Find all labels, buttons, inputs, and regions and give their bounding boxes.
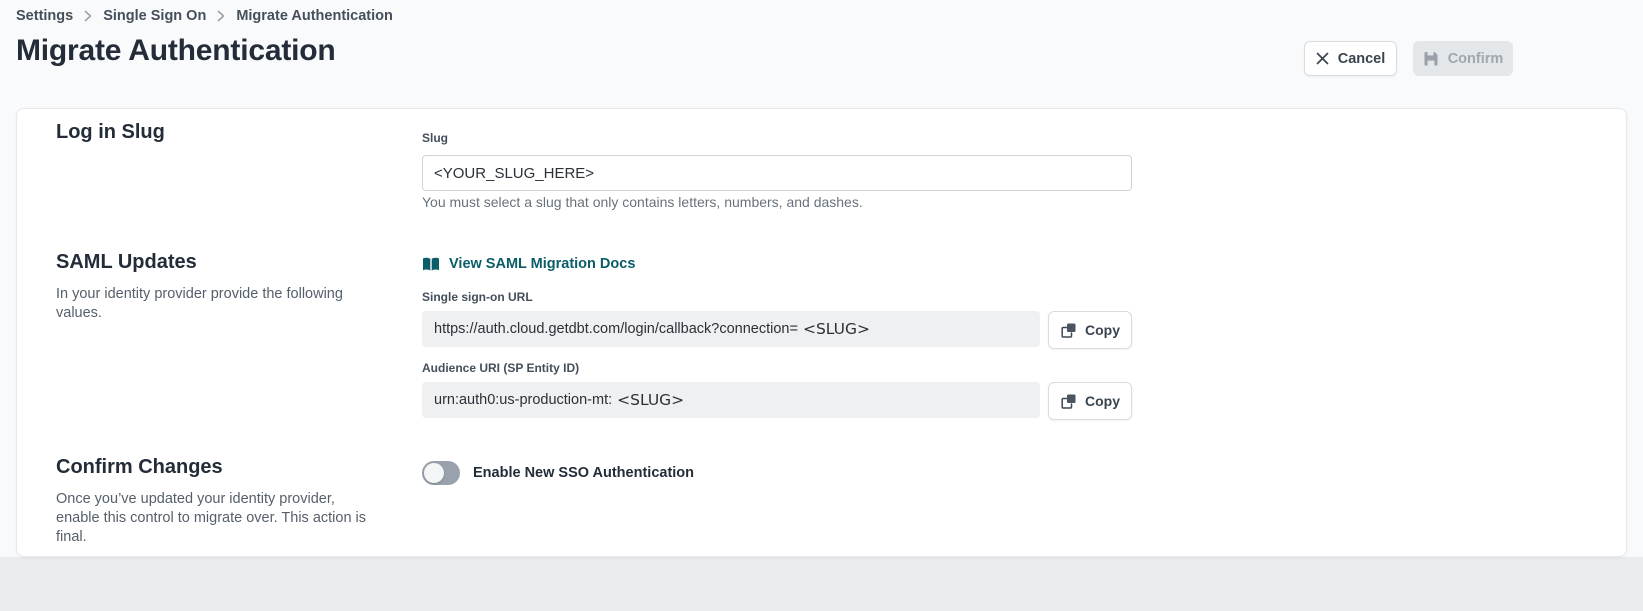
saml-updates-heading: SAML Updates (56, 251, 197, 274)
login-slug-heading: Log in Slug (56, 121, 165, 144)
copy-icon (1060, 393, 1077, 410)
saml-updates-description: In your identity provider provide the fo… (56, 285, 386, 323)
cancel-button-label: Cancel (1338, 51, 1386, 67)
enable-sso-toggle[interactable] (422, 461, 460, 485)
view-saml-migration-docs-link[interactable]: View SAML Migration Docs (422, 256, 635, 272)
page-title: Migrate Authentication (16, 34, 336, 68)
audience-uri-slug-placeholder: <SLUG> (617, 391, 684, 409)
chevron-right-icon (216, 10, 226, 22)
migrate-authentication-card: Log in Slug Slug You must select a slug … (16, 108, 1627, 557)
copy-button-label: Copy (1085, 393, 1120, 409)
breadcrumb: Settings Single Sign On Migrate Authenti… (16, 8, 393, 24)
confirm-button[interactable]: Confirm (1413, 41, 1513, 76)
confirm-button-label: Confirm (1448, 51, 1504, 67)
book-icon (422, 257, 440, 272)
breadcrumb-single-sign-on[interactable]: Single Sign On (103, 8, 206, 24)
copy-button-label: Copy (1085, 322, 1120, 338)
audience-uri-value: urn:auth0:us-production-mt: (434, 392, 612, 408)
page: Settings Single Sign On Migrate Authenti… (0, 0, 1643, 557)
breadcrumb-settings[interactable]: Settings (16, 8, 73, 24)
sso-url-field: https://auth.cloud.getdbt.com/login/call… (422, 311, 1040, 347)
close-icon (1316, 52, 1329, 65)
toggle-knob (424, 463, 444, 483)
breadcrumb-migrate-authentication: Migrate Authentication (236, 8, 393, 24)
header-actions: Cancel Confirm (1304, 41, 1513, 76)
slug-label: Slug (422, 131, 448, 145)
enable-sso-toggle-label: Enable New SSO Authentication (473, 465, 694, 481)
sso-url-label: Single sign-on URL (422, 290, 533, 304)
chevron-right-icon (83, 10, 93, 22)
audience-uri-label: Audience URI (SP Entity ID) (422, 361, 579, 375)
slug-help-text: You must select a slug that only contain… (422, 194, 863, 210)
sso-url-value: https://auth.cloud.getdbt.com/login/call… (434, 321, 798, 337)
slug-input[interactable] (422, 155, 1132, 191)
enable-sso-toggle-row: Enable New SSO Authentication (422, 461, 694, 485)
cancel-button[interactable]: Cancel (1304, 41, 1397, 76)
sso-url-slug-placeholder: <SLUG> (803, 320, 870, 338)
save-icon (1423, 51, 1439, 67)
copy-icon (1060, 322, 1077, 339)
copy-sso-url-button[interactable]: Copy (1048, 311, 1132, 349)
confirm-changes-heading: Confirm Changes (56, 456, 223, 479)
copy-audience-uri-button[interactable]: Copy (1048, 382, 1132, 420)
confirm-changes-description: Once you’ve updated your identity provid… (56, 490, 376, 547)
audience-uri-field: urn:auth0:us-production-mt: <SLUG> (422, 382, 1040, 418)
docs-link-label: View SAML Migration Docs (449, 256, 635, 272)
